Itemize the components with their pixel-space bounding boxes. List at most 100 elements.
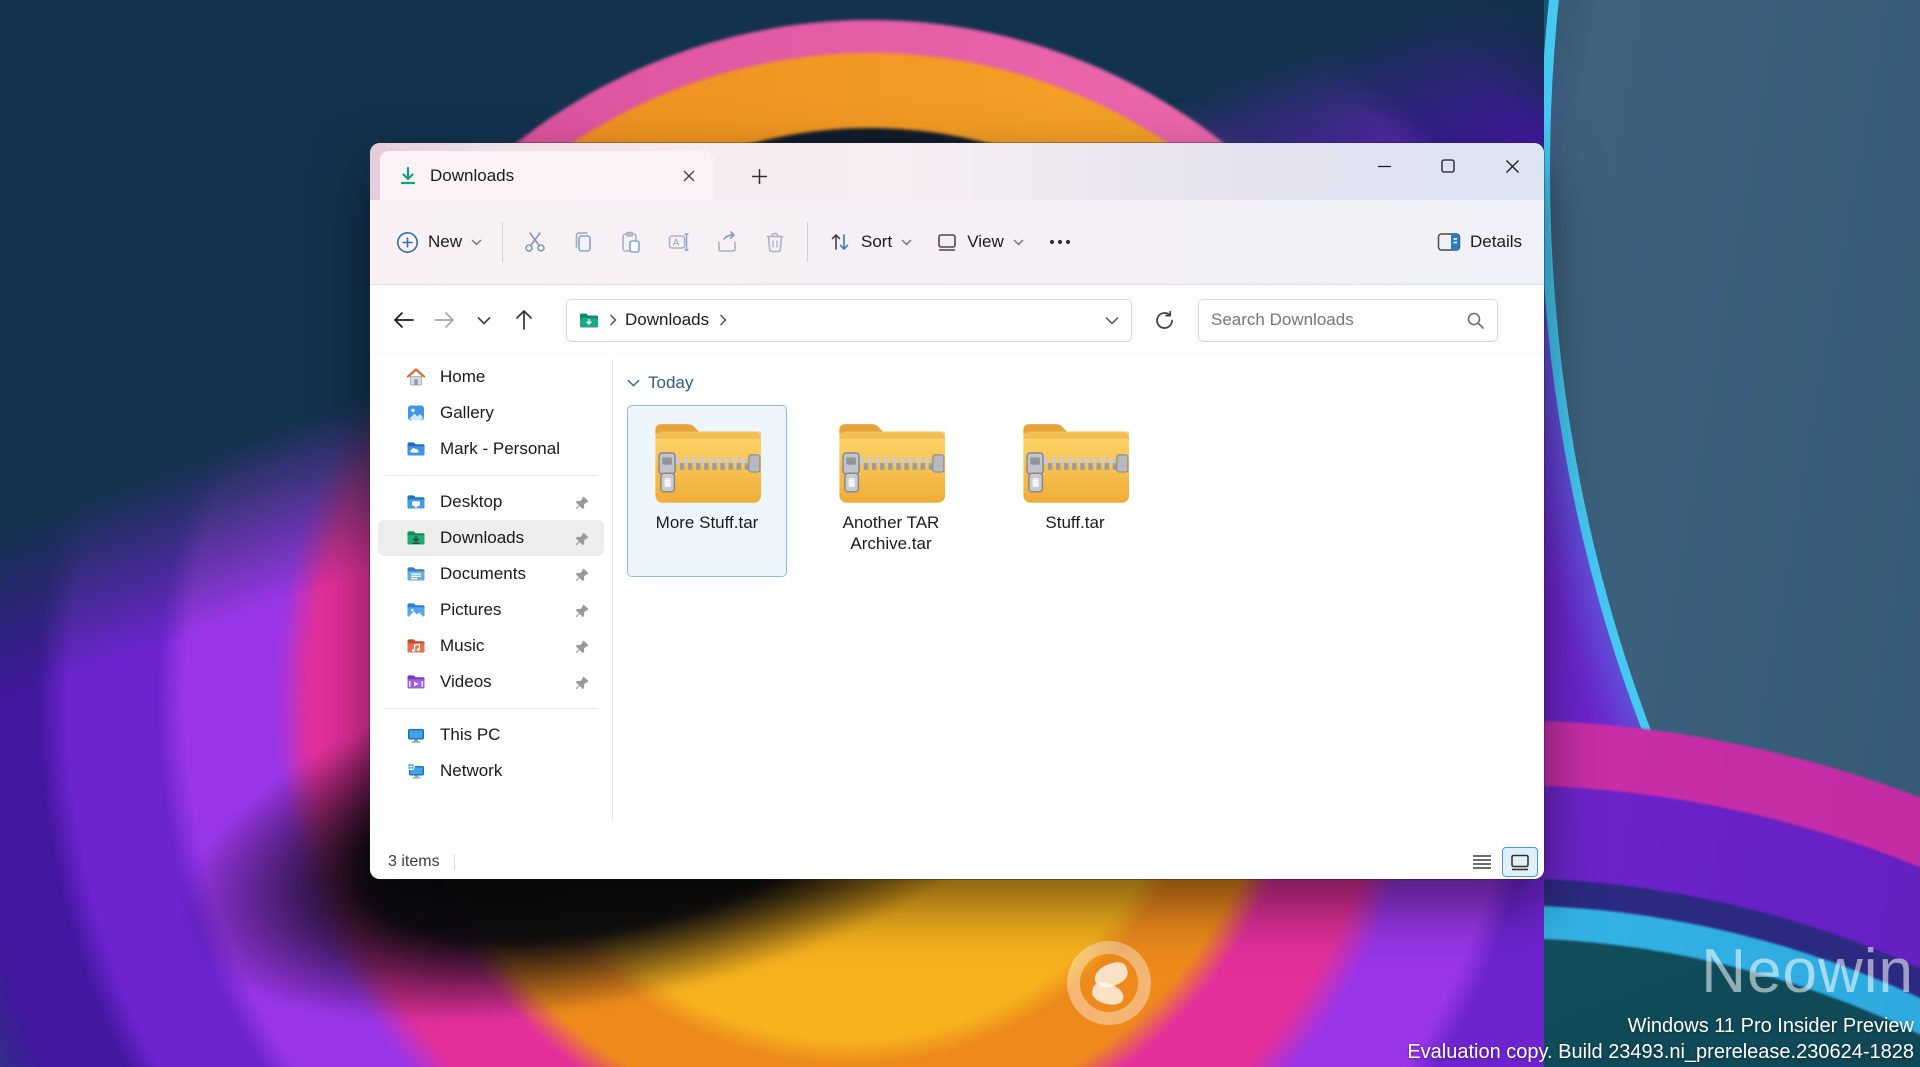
sidebar-item-downloads[interactable]: Downloads bbox=[378, 520, 604, 556]
sort-button-label: Sort bbox=[861, 232, 892, 252]
sidebar-item-label: Music bbox=[440, 636, 575, 656]
large-icons-view-toggle[interactable] bbox=[1502, 847, 1538, 877]
sidebar-item-desktop[interactable]: Desktop bbox=[378, 484, 604, 520]
breadcrumb-chevron-icon[interactable] bbox=[719, 314, 727, 326]
up-button[interactable] bbox=[504, 300, 544, 340]
copy-icon bbox=[571, 230, 595, 254]
plus-icon bbox=[751, 168, 768, 185]
pin-icon bbox=[575, 531, 590, 546]
onedrive-folder-icon bbox=[406, 439, 426, 459]
chevron-down-icon bbox=[1013, 239, 1024, 246]
forward-button[interactable] bbox=[424, 300, 464, 340]
sidebar-separator bbox=[384, 475, 598, 476]
sidebar-item-music[interactable]: Music bbox=[378, 628, 604, 664]
sort-icon bbox=[828, 231, 852, 253]
refresh-button[interactable] bbox=[1144, 300, 1184, 340]
sidebar-item-home[interactable]: Home bbox=[378, 359, 604, 395]
new-tab-button[interactable] bbox=[742, 159, 776, 193]
sidebar-separator bbox=[384, 708, 598, 709]
this-pc-icon bbox=[406, 725, 426, 745]
item-count: 3 items bbox=[388, 853, 440, 871]
close-icon bbox=[1505, 159, 1520, 174]
group-label: Today bbox=[648, 373, 693, 393]
sidebar-item-label: Videos bbox=[440, 672, 575, 692]
sort-button[interactable]: Sort bbox=[816, 218, 924, 266]
copy-button[interactable] bbox=[559, 218, 607, 266]
sidebar-item-pictures[interactable]: Pictures bbox=[378, 592, 604, 628]
sidebar-item-label: Downloads bbox=[440, 528, 575, 548]
chevron-down-icon bbox=[471, 239, 482, 246]
toolbar-divider bbox=[807, 222, 808, 262]
list-view-icon bbox=[1472, 854, 1492, 870]
paste-icon bbox=[619, 230, 643, 254]
neowin-brand-text: Neowin bbox=[1407, 933, 1914, 1011]
details-view-toggle[interactable] bbox=[1464, 847, 1500, 877]
search-box[interactable] bbox=[1198, 299, 1498, 342]
sidebar-item-onedrive-personal[interactable]: Mark - Personal bbox=[378, 431, 604, 467]
group-collapse-chevron-icon[interactable] bbox=[627, 379, 640, 387]
tab-title: Downloads bbox=[430, 166, 674, 186]
address-dropdown-chevron-icon[interactable] bbox=[1105, 316, 1119, 325]
explorer-body: Home Gallery Mark - Personal bbox=[370, 355, 1544, 845]
sidebar-item-videos[interactable]: Videos bbox=[378, 664, 604, 700]
sidebar-item-this-pc[interactable]: This PC bbox=[378, 717, 604, 753]
videos-folder-icon bbox=[406, 672, 426, 692]
sidebar-item-gallery[interactable]: Gallery bbox=[378, 395, 604, 431]
evaluation-build-text: Evaluation copy. Build 23493.ni_prerelea… bbox=[1407, 1039, 1914, 1065]
minimize-button[interactable] bbox=[1352, 143, 1416, 189]
breadcrumb-downloads[interactable]: Downloads bbox=[625, 310, 709, 330]
maximize-button[interactable] bbox=[1416, 143, 1480, 189]
close-window-button[interactable] bbox=[1480, 143, 1544, 189]
chevron-down-icon bbox=[901, 239, 912, 246]
search-icon[interactable] bbox=[1466, 311, 1485, 330]
file-more-stuff-tar[interactable]: More Stuff.tar bbox=[627, 405, 787, 577]
recent-locations-button[interactable] bbox=[464, 300, 504, 340]
new-button[interactable]: New bbox=[384, 218, 494, 266]
back-arrow-icon bbox=[393, 311, 415, 329]
pin-icon bbox=[575, 567, 590, 582]
tab-close-button[interactable] bbox=[674, 161, 704, 191]
tar-archive-icon bbox=[832, 414, 950, 508]
sidebar-item-network[interactable]: Network bbox=[378, 753, 604, 789]
more-options-button[interactable] bbox=[1036, 218, 1084, 266]
view-button-label: View bbox=[967, 232, 1004, 252]
windows-edition-text: Windows 11 Pro Insider Preview bbox=[1407, 1013, 1914, 1039]
sidebar-item-label: Network bbox=[440, 761, 604, 781]
group-header-today[interactable]: Today bbox=[627, 373, 693, 393]
close-icon bbox=[682, 169, 696, 183]
maximize-icon bbox=[1441, 159, 1455, 173]
file-name: Stuff.tar bbox=[1045, 512, 1104, 533]
pictures-folder-icon bbox=[406, 600, 426, 620]
status-divider bbox=[454, 854, 455, 870]
sidebar-item-label: Documents bbox=[440, 564, 575, 584]
details-pane-button[interactable]: Details bbox=[1425, 218, 1534, 266]
neowin-logo-icon bbox=[1067, 941, 1151, 1025]
rename-button[interactable]: A bbox=[655, 218, 703, 266]
address-bar[interactable]: Downloads bbox=[566, 299, 1132, 342]
view-button[interactable]: View bbox=[924, 218, 1036, 266]
refresh-icon bbox=[1154, 310, 1175, 331]
share-button[interactable] bbox=[703, 218, 751, 266]
paste-button[interactable] bbox=[607, 218, 655, 266]
tab-downloads[interactable]: Downloads bbox=[380, 151, 714, 200]
cut-button[interactable] bbox=[511, 218, 559, 266]
svg-text:A: A bbox=[673, 238, 680, 249]
ellipsis-icon bbox=[1049, 239, 1071, 245]
wallpaper-top-arc bbox=[0, 0, 1560, 146]
command-bar: New bbox=[370, 200, 1544, 285]
delete-button[interactable] bbox=[751, 218, 799, 266]
new-plus-circle-icon bbox=[396, 231, 419, 254]
search-input[interactable] bbox=[1211, 310, 1466, 330]
back-button[interactable] bbox=[384, 300, 424, 340]
title-bar[interactable]: Downloads bbox=[370, 143, 1544, 200]
neowin-watermark: Neowin Windows 11 Pro Insider Preview Ev… bbox=[1407, 933, 1914, 1065]
file-explorer-window: Downloads bbox=[370, 143, 1544, 879]
pin-icon bbox=[575, 495, 590, 510]
file-another-tar-archive-tar[interactable]: Another TAR Archive.tar bbox=[811, 405, 971, 577]
thumbnail-view-icon bbox=[1510, 854, 1530, 871]
minimize-icon bbox=[1377, 159, 1392, 174]
toolbar-divider bbox=[502, 222, 503, 262]
file-stuff-tar[interactable]: Stuff.tar bbox=[995, 405, 1155, 577]
navigation-pane: Home Gallery Mark - Personal bbox=[370, 355, 612, 845]
sidebar-item-documents[interactable]: Documents bbox=[378, 556, 604, 592]
